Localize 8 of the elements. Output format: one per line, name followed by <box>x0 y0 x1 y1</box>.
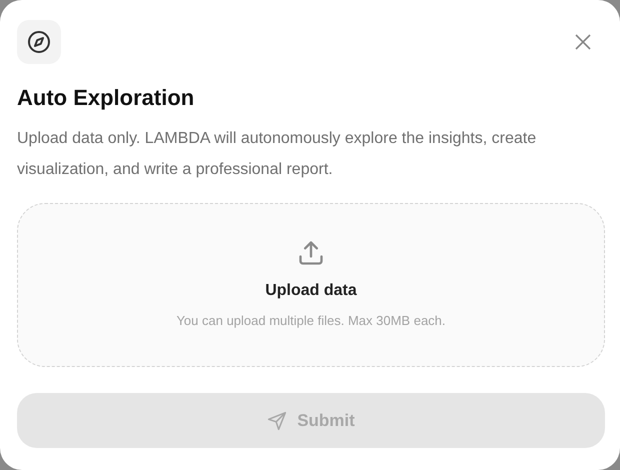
upload-icon <box>297 239 325 268</box>
dialog-description: Upload data only. LAMBDA will autonomously explore the insights, create visualization, and write a professional report. <box>17 129 538 180</box>
upload-dropzone[interactable]: Upload data You can upload multiple files. Max 30MB each. <box>17 203 605 367</box>
dialog-title: Auto Exploration <box>17 84 196 112</box>
compass-icon <box>27 30 51 54</box>
upload-hint: You can upload multiple files. Max 30MB each. <box>176 312 446 330</box>
upload-title: Upload data <box>265 281 357 302</box>
send-icon <box>267 410 288 430</box>
